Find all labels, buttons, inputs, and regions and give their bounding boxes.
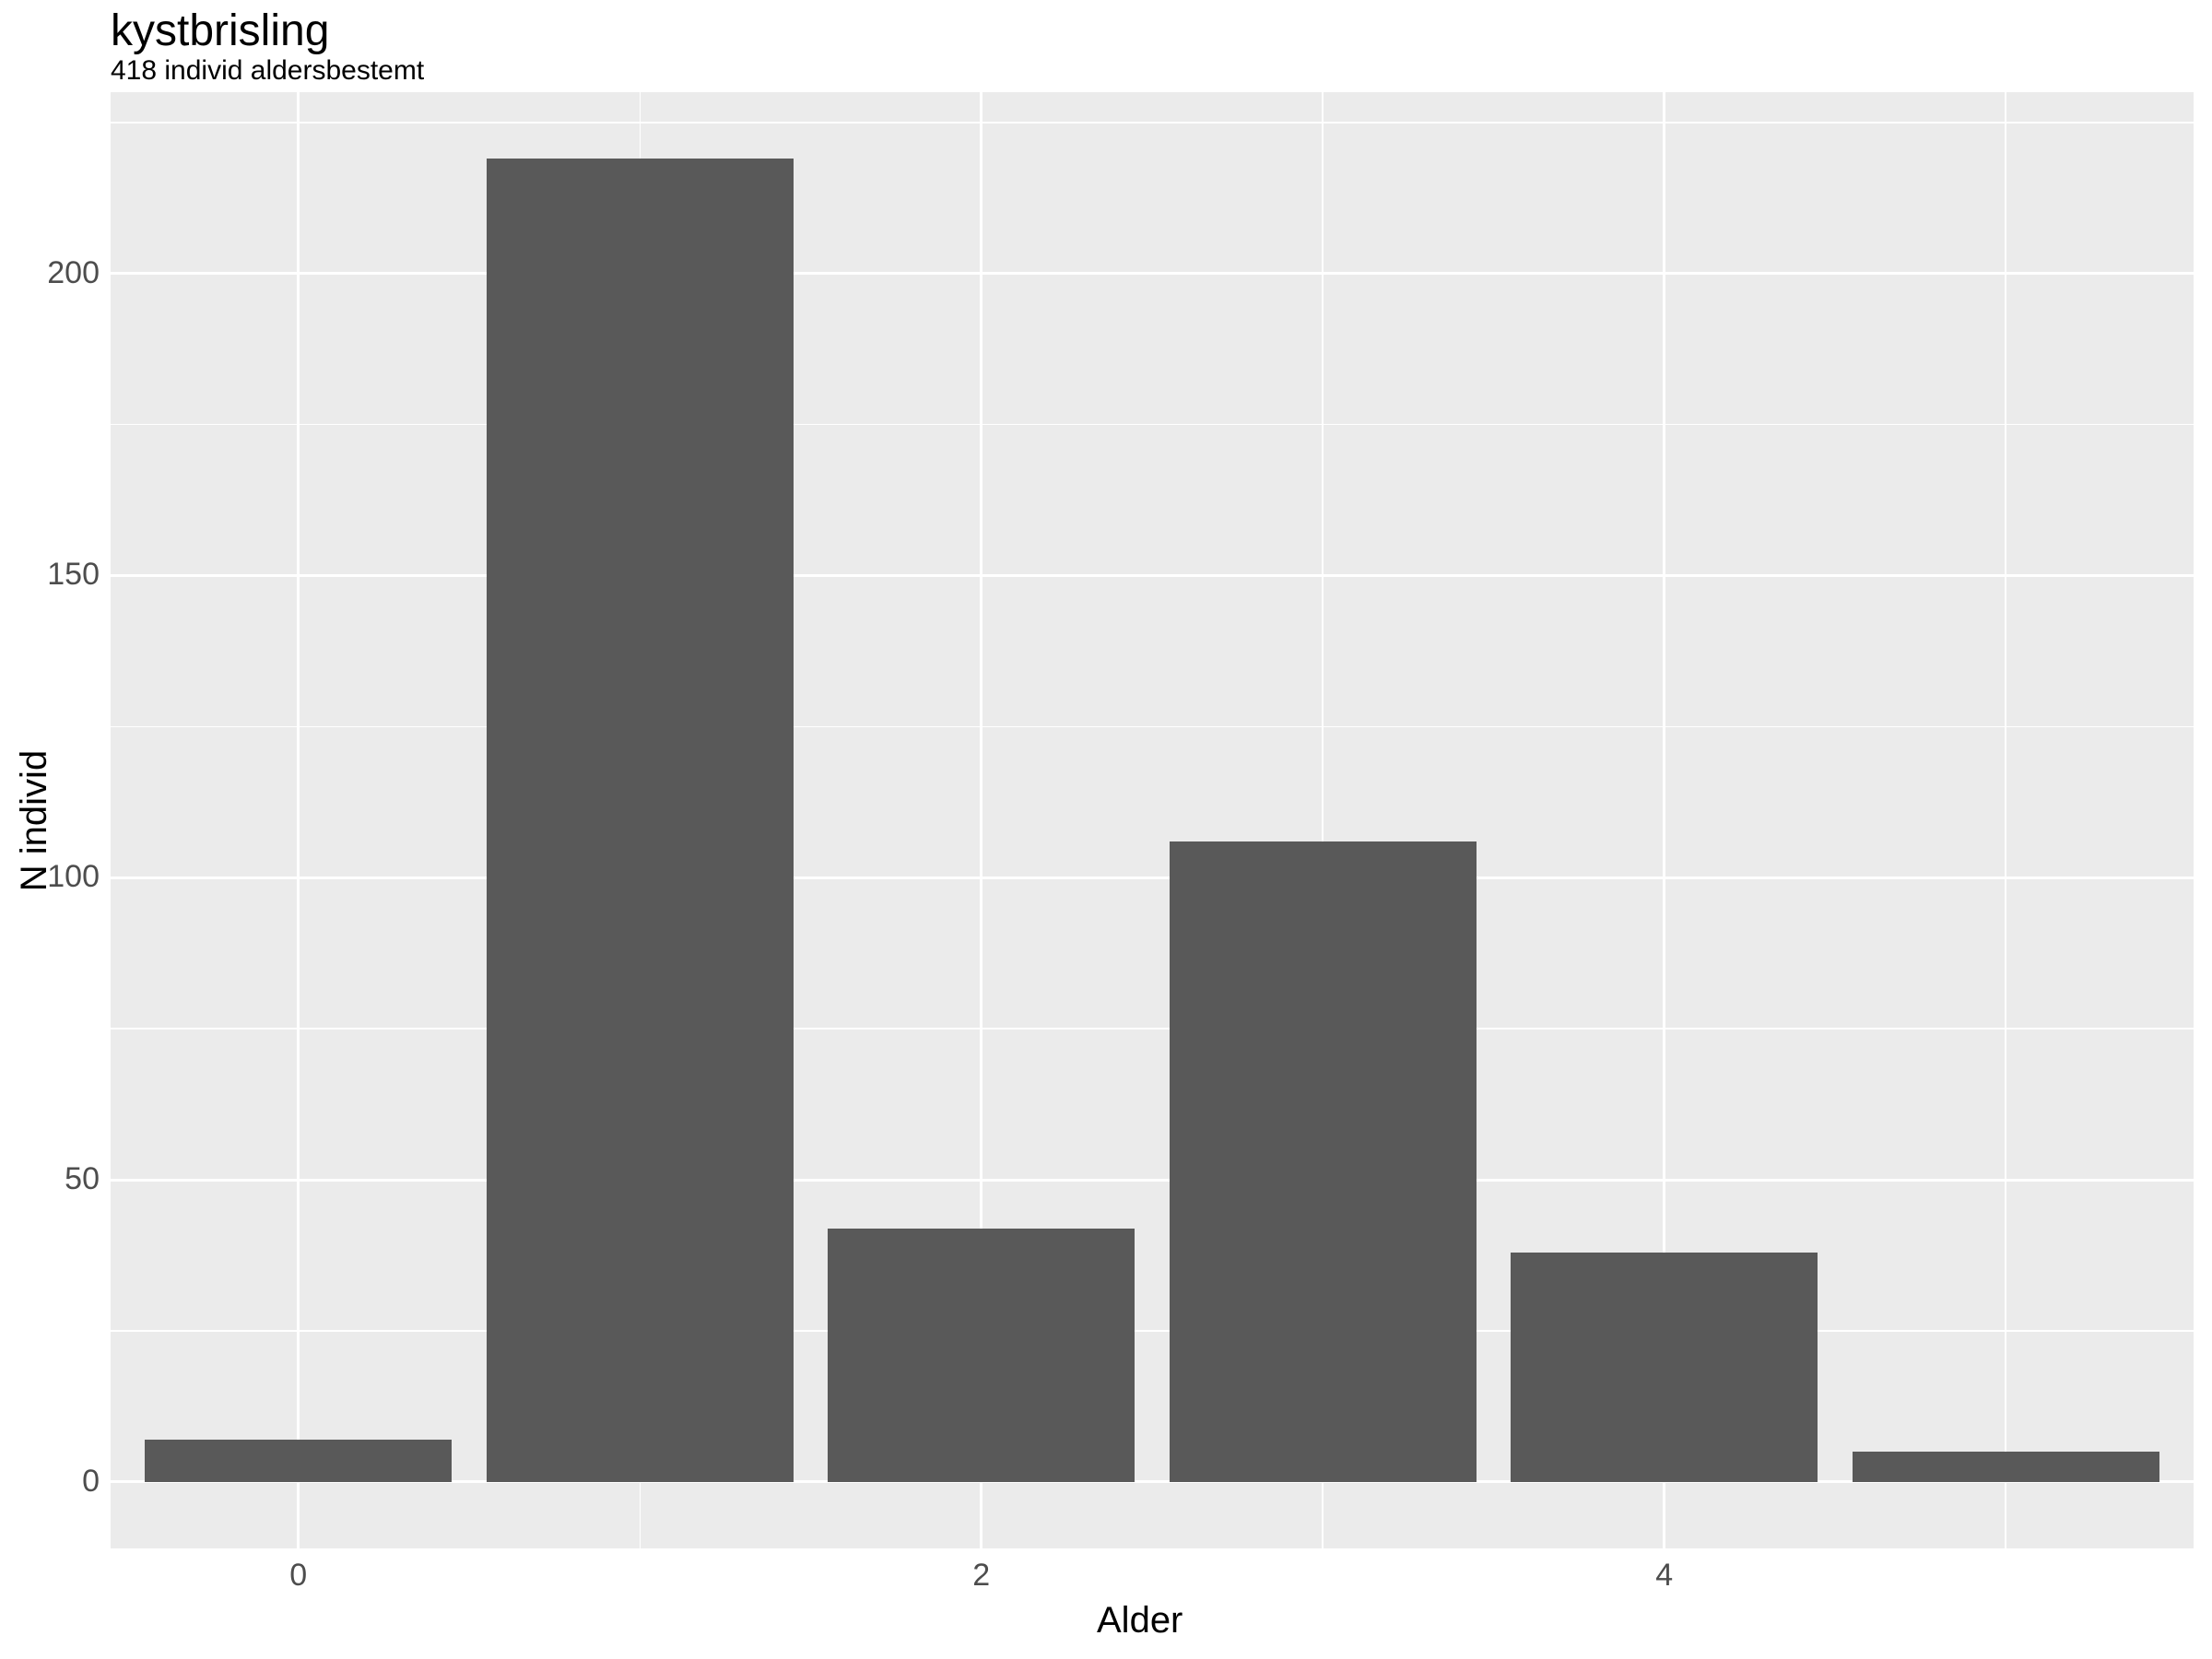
plot-panel [111,92,2194,1548]
gridline-v [297,92,300,1548]
gridline-h [111,272,2194,275]
bar [1170,841,1477,1482]
bar [1853,1452,2159,1482]
gridline-h-minor [111,122,2194,124]
bar [828,1229,1135,1482]
bar [1511,1253,1818,1482]
gridline-h-minor [111,424,2194,426]
gridline-v-minor [2005,92,2006,1548]
chart-figure: kystbrisling 418 individ aldersbestemt 0… [0,0,2212,1659]
bar [145,1440,452,1482]
y-axis-label-wrap: N individ [17,92,53,1548]
chart-subtitle: 418 individ aldersbestemt [111,55,424,87]
x-tick-label: 4 [1618,1558,1711,1594]
x-axis-label: Alder [1097,1600,1182,1652]
gridline-h [111,1179,2194,1182]
gridline-h [111,574,2194,577]
chart-title: kystbrisling [111,6,329,56]
x-tick-label: 0 [253,1558,345,1594]
y-axis-label: N individ [15,749,56,890]
gridline-h [111,877,2194,879]
x-tick-label: 2 [935,1558,1028,1594]
gridline-h-minor [111,1330,2194,1332]
gridline-h-minor [111,726,2194,728]
bar [487,159,794,1482]
gridline-h-minor [111,1028,2194,1030]
